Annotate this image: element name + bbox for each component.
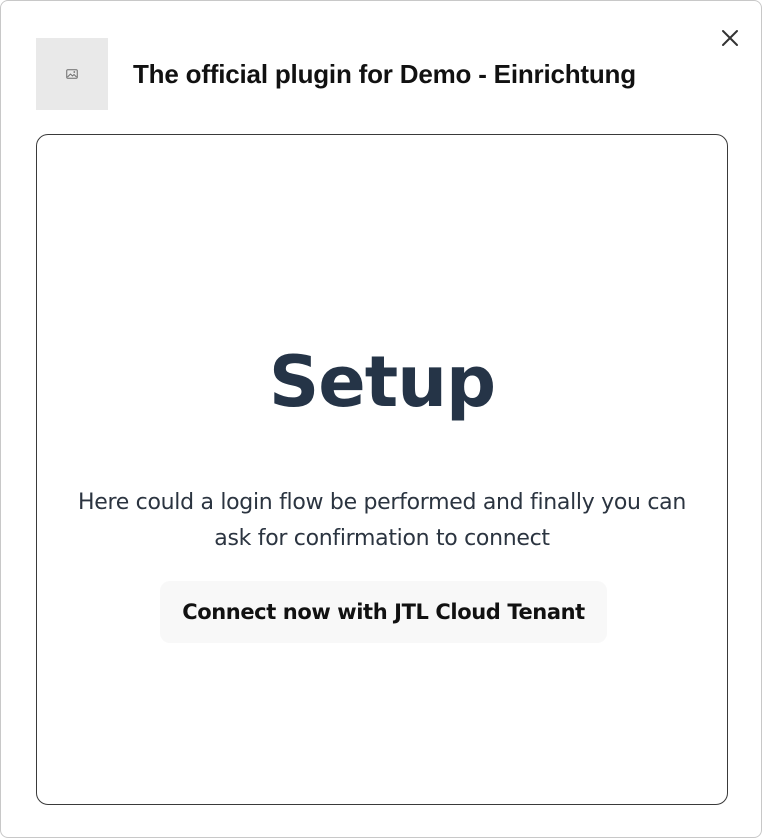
- setup-card: Setup Here could a login flow be perform…: [36, 134, 728, 805]
- image-placeholder-icon: [66, 69, 78, 79]
- close-icon: [722, 30, 738, 46]
- setup-heading: Setup: [268, 341, 496, 423]
- dialog-title: The official plugin for Demo - Einrichtu…: [133, 58, 636, 89]
- connect-button[interactable]: Connect now with JTL Cloud Tenant: [160, 581, 607, 643]
- plugin-setup-dialog: The official plugin for Demo - Einrichtu…: [0, 0, 762, 838]
- dialog-header: The official plugin for Demo - Einrichtu…: [36, 38, 636, 110]
- plugin-logo: [36, 38, 108, 110]
- close-button[interactable]: [717, 25, 743, 51]
- setup-description: Here could a login flow be performed and…: [78, 490, 686, 551]
